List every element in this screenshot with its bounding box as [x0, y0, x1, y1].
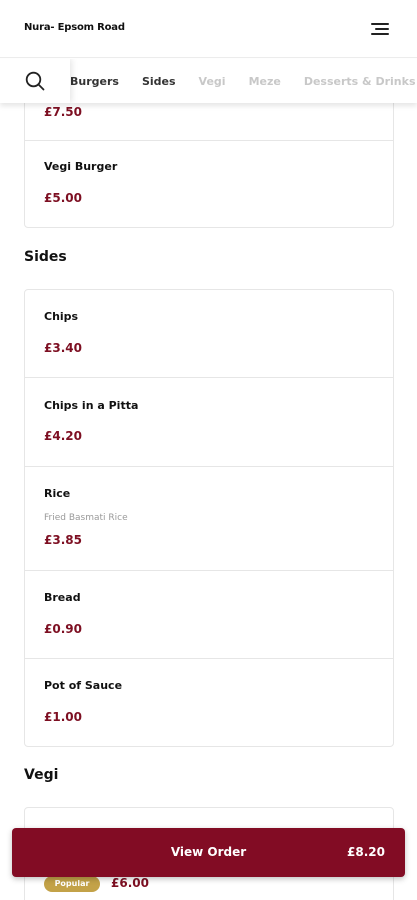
item-price: £6.00 [111, 876, 149, 890]
item-price: £7.50 [44, 105, 82, 119]
tab-meze[interactable]: Meze [249, 75, 281, 88]
item-name: Rice [44, 487, 71, 500]
order-total: £8.20 [347, 845, 385, 859]
hamburger-menu-icon[interactable] [371, 21, 389, 37]
menu-item-vegi-burger[interactable]: Vegi Burger £5.00 [25, 141, 393, 228]
tab-desserts-drinks[interactable]: Desserts & Drinks [304, 75, 416, 88]
page-title: Nura- Epsom Road [24, 22, 125, 33]
menu-item-chips[interactable]: Chips £3.40 [25, 290, 393, 378]
section-title-vegi: Vegi [24, 767, 59, 783]
item-price: £4.20 [44, 429, 82, 443]
section-title-sides: Sides [24, 249, 67, 265]
search-button[interactable] [0, 59, 70, 103]
item-name: Bread [44, 591, 81, 604]
menu-item-rice[interactable]: Rice Fried Basmati Rice £3.85 [25, 467, 393, 571]
view-order-button[interactable]: View Order £8.20 [12, 828, 405, 877]
item-name: Chips in a Pitta [44, 399, 139, 412]
menu-item-pot-of-sauce[interactable]: Pot of Sauce £1.00 [25, 659, 393, 747]
item-name: Vegi Burger [44, 160, 118, 173]
tab-burgers[interactable]: Burgers [70, 75, 119, 88]
sides-card: Chips £3.40 Chips in a Pitta £4.20 Rice … [24, 289, 394, 747]
search-icon [25, 71, 45, 91]
item-price: £1.00 [44, 710, 82, 724]
category-tabs: Burgers Sides Vegi Meze Desserts & Drink… [70, 59, 417, 103]
item-name: Chips [44, 310, 79, 323]
item-price: £3.40 [44, 341, 82, 355]
menu-item-bread[interactable]: Bread £0.90 [25, 571, 393, 659]
menu-item-chips-in-a-pitta[interactable]: Chips in a Pitta £4.20 [25, 378, 393, 467]
category-nav: Burgers Sides Vegi Meze Desserts & Drink… [0, 59, 417, 103]
tab-vegi[interactable]: Vegi [199, 75, 226, 88]
app-header: Nura- Epsom Road [0, 0, 417, 58]
tab-sides[interactable]: Sides [142, 75, 176, 88]
item-name: Pot of Sauce [44, 679, 123, 692]
item-price: £5.00 [44, 191, 82, 205]
item-description: Fried Basmati Rice [44, 513, 128, 523]
item-price: £0.90 [44, 622, 82, 636]
item-price: £3.85 [44, 533, 82, 547]
popular-badge: Popular [44, 876, 100, 892]
